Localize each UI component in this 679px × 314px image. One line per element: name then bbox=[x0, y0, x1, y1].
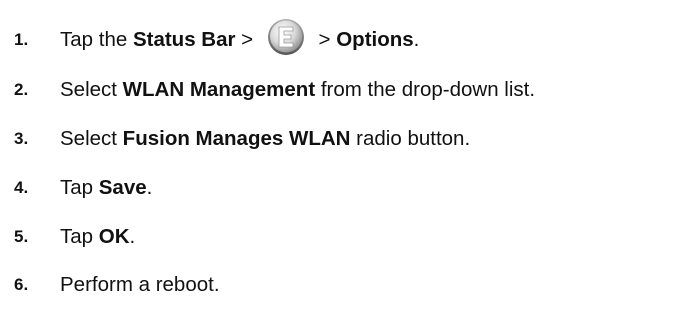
step-text: Tap the Status Bar > > Options . bbox=[60, 17, 420, 60]
step-number: 4. bbox=[14, 178, 29, 197]
step-text-part: Select bbox=[60, 127, 123, 150]
step-text-part: > bbox=[235, 28, 259, 51]
fusion-manages-wlan-term: Fusion Manages WLAN bbox=[122, 127, 351, 150]
step-text-part: Perform a reboot. bbox=[60, 273, 220, 296]
options-term: Options bbox=[336, 28, 414, 51]
fusion-e-icon bbox=[265, 17, 309, 57]
step-text: Tap OK . bbox=[60, 225, 135, 249]
ok-term: OK bbox=[98, 225, 130, 248]
step-text-part: Tap bbox=[60, 225, 99, 248]
step-number: 3. bbox=[14, 129, 29, 148]
step-text-part: Tap bbox=[60, 176, 99, 199]
step-number: 5. bbox=[14, 227, 29, 246]
step-text-part: radio button. bbox=[350, 127, 471, 150]
step-text: Select Fusion Manages WLAN radio button. bbox=[60, 127, 470, 151]
step-text: Perform a reboot. bbox=[60, 273, 220, 297]
step-text-part: > bbox=[312, 28, 337, 51]
step-number: 1. bbox=[14, 30, 29, 49]
step-text-part: Select bbox=[60, 78, 123, 101]
wlan-management-term: WLAN Management bbox=[122, 78, 316, 101]
step-text-part: from the drop-down list. bbox=[315, 78, 536, 101]
step-text-part: Tap the bbox=[60, 28, 133, 51]
step-text-part: . bbox=[413, 28, 420, 51]
save-term: Save bbox=[98, 176, 147, 199]
step-text: Select WLAN Management from the drop-dow… bbox=[60, 78, 535, 102]
step-text: Tap Save . bbox=[60, 176, 152, 200]
step-number: 6. bbox=[14, 275, 29, 294]
step-text-part: . bbox=[129, 225, 136, 248]
step-number: 2. bbox=[14, 80, 29, 99]
step-text-part: . bbox=[146, 176, 153, 199]
status-bar-term: Status Bar bbox=[132, 28, 236, 51]
